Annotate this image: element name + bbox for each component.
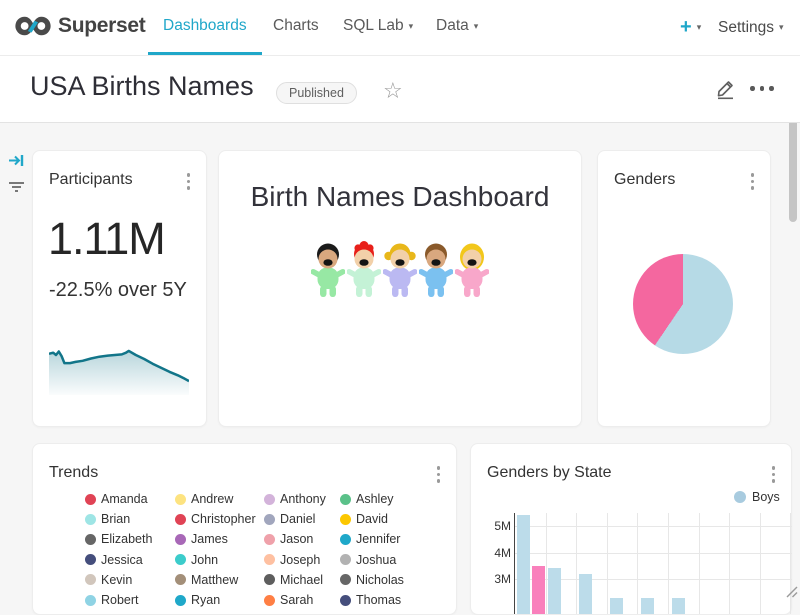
genders-by-state-bar-chart	[514, 513, 792, 614]
ellipsis-dot	[760, 86, 765, 91]
legend-item-matthew[interactable]: Matthew	[175, 570, 264, 590]
baby-figure	[311, 241, 345, 303]
hero-title: Birth Names Dashboard	[219, 181, 581, 213]
bar-boys[interactable]	[672, 598, 685, 614]
legend-item-robert[interactable]: Robert	[85, 590, 175, 610]
legend-item-anthony[interactable]: Anthony	[264, 489, 340, 509]
card-title: Participants	[49, 171, 133, 189]
y-tick: 4M	[476, 546, 511, 560]
legend-item-jennifer[interactable]: Jennifer	[340, 529, 440, 549]
trends-legend: AmandaAndrewAnthonyAshley BrianChristophe…	[85, 489, 440, 610]
y-tick: 3M	[476, 572, 511, 586]
baby-figure	[383, 241, 417, 303]
arrow-right-to-bar-icon	[8, 152, 25, 169]
legend-item-james[interactable]: James	[175, 529, 264, 549]
legend-item-jessica[interactable]: Jessica	[85, 550, 175, 570]
new-item-button[interactable]: + ▾	[680, 0, 701, 55]
kebab-menu-icon[interactable]	[770, 464, 778, 485]
bar-boys[interactable]	[610, 598, 623, 614]
big-number-subheader: -22.5% over 5Y	[49, 279, 187, 302]
kebab-menu-icon[interactable]	[185, 171, 193, 192]
genders-by-state-card: Genders by State Boys 5M 4M 3M	[470, 443, 792, 615]
expand-filter-bar-button[interactable]	[8, 152, 25, 174]
legend-item-christopher[interactable]: Christopher	[175, 509, 264, 529]
legend-item-joshua[interactable]: Joshua	[340, 550, 440, 570]
legend-item-andrew[interactable]: Andrew	[175, 489, 264, 509]
dashboard-header: USA Births Names Published ☆	[0, 56, 800, 123]
favorite-star-icon[interactable]: ☆	[383, 78, 403, 104]
bar-boys[interactable]	[641, 598, 654, 614]
settings-menu[interactable]: Settings ▾	[718, 0, 784, 55]
legend-item-nicholas[interactable]: Nicholas	[340, 570, 440, 590]
legend-item-sarah[interactable]: Sarah	[264, 590, 340, 610]
nav-tab-charts[interactable]: Charts	[258, 0, 334, 52]
status-badge[interactable]: Published	[276, 82, 357, 104]
babies-illustration	[219, 241, 581, 303]
genders-pie-chart	[633, 254, 733, 354]
bar-boys[interactable]	[548, 568, 561, 614]
bar-boys[interactable]	[517, 515, 530, 614]
legend-item-thomas[interactable]: Thomas	[340, 590, 440, 610]
chevron-down-icon: ▾	[779, 22, 784, 33]
bar-girls[interactable]	[532, 566, 545, 614]
ellipsis-dot	[769, 86, 774, 91]
legend-item-amanda[interactable]: Amanda	[85, 489, 175, 509]
page-title: USA Births Names	[30, 71, 254, 102]
brand-name: Superset	[58, 14, 145, 38]
filter-icon[interactable]	[8, 180, 25, 200]
legend-item-daniel[interactable]: Daniel	[264, 509, 340, 529]
kebab-menu-icon[interactable]	[749, 171, 757, 192]
markdown-hero-card: Birth Names Dashboard	[218, 150, 582, 427]
legend-dot	[734, 491, 746, 503]
nav-tab-dashboards[interactable]: Dashboards	[148, 0, 262, 55]
legend-item-brian[interactable]: Brian	[85, 509, 175, 529]
superset-logo-icon	[14, 13, 52, 39]
legend-item-boys[interactable]: Boys	[734, 490, 780, 504]
chevron-down-icon: ▾	[409, 21, 414, 32]
plus-icon: +	[680, 16, 692, 39]
genders-card: Genders	[597, 150, 771, 427]
big-number-value: 1.11M	[48, 213, 165, 265]
legend-item-jason[interactable]: Jason	[264, 529, 340, 549]
participants-card: Participants 1.11M -22.5% over 5Y	[32, 150, 207, 427]
participants-sparkline-chart	[49, 337, 189, 400]
top-nav: Superset Dashboards Charts SQL Lab ▾ Dat…	[0, 0, 800, 56]
pencil-icon	[714, 76, 738, 100]
legend-item-john[interactable]: John	[175, 550, 264, 570]
edit-dashboard-button[interactable]	[714, 76, 738, 105]
legend-item-ashley[interactable]: Ashley	[340, 489, 440, 509]
nav-tab-data[interactable]: Data ▾	[421, 0, 493, 52]
y-tick: 5M	[476, 519, 511, 533]
ellipsis-dot	[750, 86, 755, 91]
card-title: Trends	[49, 464, 98, 482]
trends-card: Trends AmandaAndrewAnthonyAshley BrianChr…	[32, 443, 457, 615]
chevron-down-icon: ▾	[474, 21, 479, 32]
legend-item-ryan[interactable]: Ryan	[175, 590, 264, 610]
baby-figure	[455, 241, 489, 303]
nav-tab-sql-lab[interactable]: SQL Lab ▾	[328, 0, 428, 52]
legend-item-michael[interactable]: Michael	[264, 570, 340, 590]
kebab-menu-icon[interactable]	[435, 464, 443, 485]
baby-figure	[419, 241, 453, 303]
baby-figure	[347, 241, 381, 303]
card-title: Genders by State	[487, 464, 612, 482]
card-title: Genders	[614, 171, 675, 189]
more-options-button[interactable]	[750, 86, 774, 91]
chevron-down-icon: ▾	[697, 22, 702, 33]
bar-boys[interactable]	[579, 574, 592, 614]
superset-logo[interactable]: Superset	[14, 13, 145, 39]
card-resize-handle[interactable]	[784, 584, 799, 604]
legend-item-joseph[interactable]: Joseph	[264, 550, 340, 570]
legend-item-elizabeth[interactable]: Elizabeth	[85, 529, 175, 549]
legend-item-kevin[interactable]: Kevin	[85, 570, 175, 590]
legend-item-david[interactable]: David	[340, 509, 440, 529]
